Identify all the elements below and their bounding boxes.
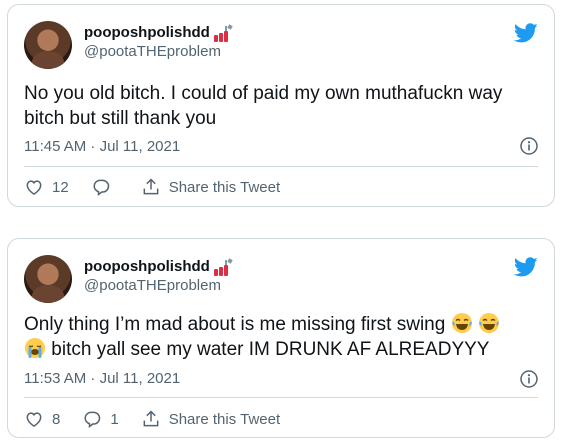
tweet-actions: 12 Share this Tweet xyxy=(24,177,302,197)
reply-button[interactable]: 1 xyxy=(82,409,119,429)
nail-polish-emoji-icon xyxy=(213,23,233,42)
like-count: 12 xyxy=(52,178,69,196)
tweet-card[interactable]: pooposhpolishdd @pootaTHEproblem Only th… xyxy=(7,238,555,438)
tweet-text-line1: Only thing I’m mad about is me missing f… xyxy=(24,314,446,335)
share-icon xyxy=(143,410,159,427)
display-name-text: pooposhpolishdd xyxy=(84,24,210,41)
info-icon[interactable] xyxy=(520,137,538,155)
reply-button[interactable] xyxy=(91,177,119,197)
author-block: pooposhpolishdd @pootaTHEproblem xyxy=(84,23,233,61)
user-handle[interactable]: @pootaTHEproblem xyxy=(84,42,233,61)
share-button[interactable]: Share this Tweet xyxy=(141,409,280,429)
display-name[interactable]: pooposhpolishdd xyxy=(84,23,233,42)
loudly-crying-face-emoji-icon xyxy=(25,338,45,358)
heart-icon xyxy=(26,180,42,195)
user-handle[interactable]: @pootaTHEproblem xyxy=(84,276,233,295)
reply-bubble-icon xyxy=(84,411,101,428)
share-label: Share this Tweet xyxy=(168,178,281,196)
tweet-text-line2: bitch yall see my water IM DRUNK AF ALRE… xyxy=(51,339,490,360)
divider xyxy=(24,166,538,167)
like-button[interactable]: 8 xyxy=(24,409,60,429)
share-icon xyxy=(143,178,159,195)
display-name-text: pooposhpolishdd xyxy=(84,258,210,275)
author-block: pooposhpolishdd @pootaTHEproblem xyxy=(84,257,233,295)
tweet-text: Only thing I’m mad about is me missing f… xyxy=(24,312,538,362)
share-label: Share this Tweet xyxy=(168,410,281,428)
share-button[interactable]: Share this Tweet xyxy=(141,177,280,197)
nail-polish-emoji-icon xyxy=(213,257,233,276)
reply-bubble-icon xyxy=(93,179,109,196)
face-with-tears-of-joy-emoji-icon xyxy=(451,313,472,333)
display-name[interactable]: pooposhpolishdd xyxy=(84,257,233,276)
tweet-actions: 8 1 Share this Tweet xyxy=(24,409,302,429)
tweet-timestamp[interactable]: 11:53 AM · Jul 11, 2021 xyxy=(24,370,180,387)
face-with-tears-of-joy-emoji-icon xyxy=(478,313,499,333)
tweet-timestamp[interactable]: 11:45 AM · Jul 11, 2021 xyxy=(24,138,180,155)
reply-count: 1 xyxy=(110,410,119,428)
like-button[interactable]: 12 xyxy=(24,177,69,197)
heart-icon xyxy=(26,412,42,427)
like-count: 8 xyxy=(52,410,61,428)
tweet-text: No you old bitch. I could of paid my own… xyxy=(24,83,503,129)
avatar[interactable] xyxy=(24,21,72,69)
info-icon[interactable] xyxy=(520,370,538,388)
tweet-card[interactable]: pooposhpolishdd @pootaTHEproblem No you … xyxy=(7,4,555,207)
divider xyxy=(24,397,538,398)
twitter-bird-icon[interactable] xyxy=(514,21,538,45)
avatar[interactable] xyxy=(24,255,72,303)
twitter-bird-icon[interactable] xyxy=(514,255,538,279)
